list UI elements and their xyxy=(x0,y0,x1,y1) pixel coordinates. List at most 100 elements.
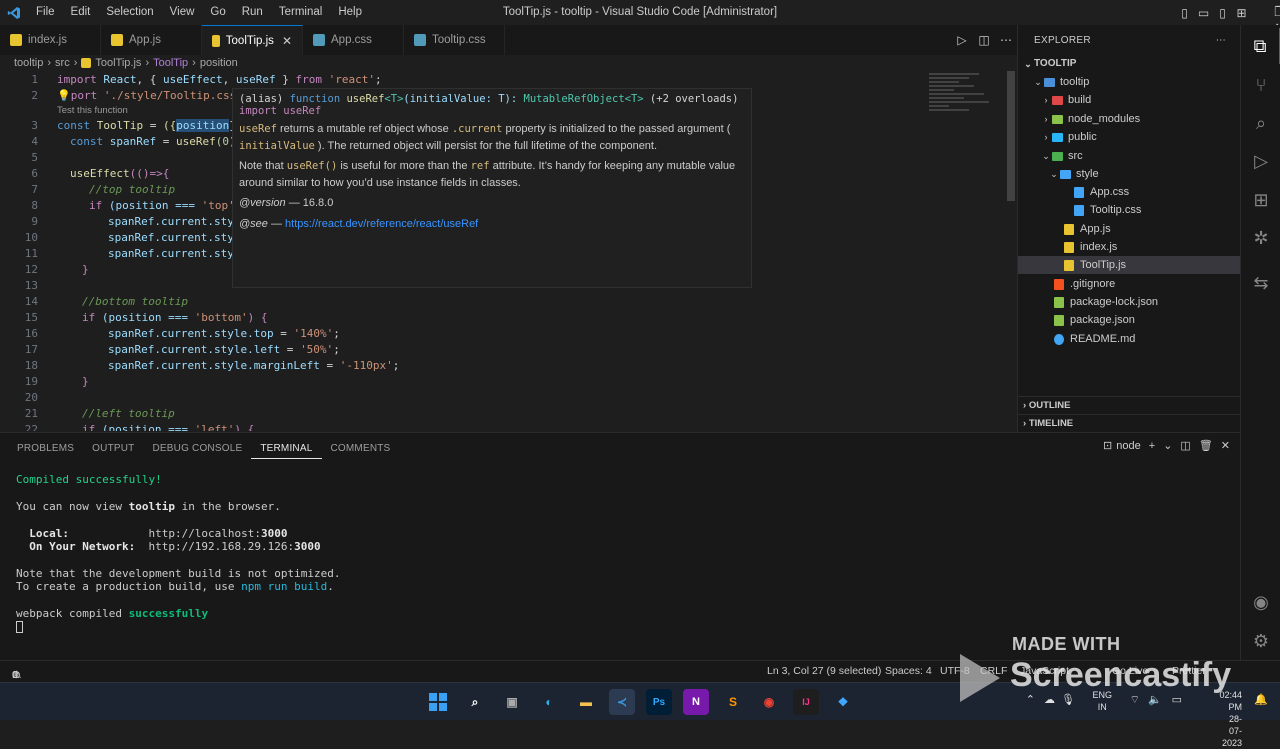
codelens[interactable]: Test this function xyxy=(57,105,128,116)
lightbulb-icon[interactable]: 💡 xyxy=(57,89,71,102)
menu-selection[interactable]: Selection xyxy=(98,0,161,25)
tree-item-tooltip[interactable]: ⌄ tooltip xyxy=(1018,73,1240,91)
timeline-section[interactable]: › TIMELINE xyxy=(1017,414,1240,432)
openai-icon[interactable]: ✲ xyxy=(1241,220,1280,256)
menu-file[interactable]: File xyxy=(28,0,63,25)
tab-app-css[interactable]: App.css xyxy=(303,25,404,55)
edge-browser-icon[interactable]: ◐ xyxy=(536,689,562,715)
extensions-icon[interactable]: ⊞ xyxy=(1241,182,1280,218)
tab-index-js[interactable]: index.js xyxy=(0,25,101,55)
explorer-root[interactable]: ⌄ TOOLTIP xyxy=(1018,55,1240,73)
photoshop-icon[interactable]: Ps xyxy=(646,689,672,715)
clock[interactable]: 02:44 PM 28-07-2023 xyxy=(1219,689,1242,749)
menu-go[interactable]: Go xyxy=(202,0,233,25)
close-tab-icon[interactable]: ✕ xyxy=(282,34,292,48)
chevron-up-icon[interactable]: ⌃ xyxy=(1026,693,1035,706)
tab-tooltip-css[interactable]: Tooltip.css xyxy=(404,25,505,55)
search-icon[interactable]: ⌕ xyxy=(462,689,488,715)
breadcrumb-item[interactable]: position xyxy=(200,57,238,69)
tab-app-js[interactable]: App.js xyxy=(101,25,202,55)
menu-run[interactable]: Run xyxy=(234,0,271,25)
cursor-position[interactable]: Ln 3, Col 27 (9 selected) xyxy=(767,665,881,677)
task-view-icon[interactable]: ▣ xyxy=(499,689,525,715)
toggle-panel-icon[interactable]: ▭ xyxy=(1194,6,1213,20)
toggle-primary-sidebar-icon[interactable]: ▯ xyxy=(1175,6,1194,20)
prettier-status[interactable]: Prettier xyxy=(1172,665,1206,677)
account-icon[interactable]: ◉ xyxy=(1241,584,1280,620)
vscode-taskbar-icon[interactable]: ≺ xyxy=(609,689,635,715)
tree-item-index-js[interactable]: index.js xyxy=(1018,238,1240,256)
indentation[interactable]: Spaces: 4 xyxy=(885,665,932,677)
breadcrumb-item[interactable]: ToolTip.js xyxy=(95,57,141,69)
breadcrumb-item[interactable]: src xyxy=(55,57,70,69)
maximize-button[interactable]: ❐ xyxy=(1261,4,1280,20)
terminal-output[interactable]: Compiled successfully! You can now view … xyxy=(16,473,341,634)
hover-docs-link[interactable]: https://react.dev/reference/react/useRef xyxy=(285,218,478,230)
file-explorer-icon[interactable]: ▬ xyxy=(573,689,599,715)
new-terminal-icon[interactable]: + xyxy=(1149,440,1155,452)
onenote-icon[interactable]: N xyxy=(683,689,709,715)
tree-item-style[interactable]: ⌄ style xyxy=(1018,165,1240,183)
breadcrumb-item[interactable]: ToolTip xyxy=(153,57,188,69)
scrollbar-thumb[interactable] xyxy=(1007,71,1015,201)
notification-icon[interactable]: 🔔 xyxy=(1254,693,1268,706)
encoding[interactable]: UTF-8 xyxy=(940,665,970,677)
tree-item-app-js[interactable]: App.js xyxy=(1018,220,1240,238)
app-icon[interactable]: ❖ xyxy=(830,689,856,715)
microphone-icon[interactable]: 🎙 xyxy=(1061,693,1075,706)
editor-scrollbar[interactable] xyxy=(1005,71,1017,431)
tab-problems[interactable]: PROBLEMS xyxy=(8,439,83,459)
menu-help[interactable]: Help xyxy=(330,0,370,25)
explorer-icon[interactable]: ⧉ xyxy=(1241,28,1280,64)
tree-item-public[interactable]: › public xyxy=(1018,128,1240,146)
language-mode[interactable]: JavaScript xyxy=(1020,665,1069,677)
windows-start-icon[interactable] xyxy=(425,689,451,715)
outline-section[interactable]: › OUTLINE xyxy=(1017,396,1240,414)
minimap[interactable] xyxy=(929,71,999,131)
more-actions-icon[interactable]: ⋯ xyxy=(1216,35,1226,46)
tree-item-tooltip-css[interactable]: Tooltip.css xyxy=(1018,201,1240,219)
tab-debug-console[interactable]: DEBUG CONSOLE xyxy=(143,439,251,459)
more-actions-icon[interactable]: ⋯ xyxy=(995,33,1017,47)
menu-terminal[interactable]: Terminal xyxy=(271,0,330,25)
term-link[interactable]: http://192.168.29.126: xyxy=(148,540,294,553)
trash-icon[interactable]: 🗑 xyxy=(1199,439,1213,452)
tab-tooltip-js[interactable]: ToolTip.js ✕ xyxy=(202,25,303,55)
language-indicator[interactable]: ENG IN xyxy=(1092,689,1112,713)
split-terminal-icon[interactable]: ◫ xyxy=(1180,439,1190,452)
wifi-icon[interactable]: ⌔ xyxy=(1130,693,1140,707)
tree-item-app-css[interactable]: App.css xyxy=(1018,183,1240,201)
split-editor-icon[interactable]: ◫ xyxy=(973,33,995,47)
tree-item-node-modules[interactable]: › node_modules xyxy=(1018,110,1240,128)
run-debug-icon[interactable]: ▷ xyxy=(1241,143,1280,179)
tree-item-gitignore[interactable]: .gitignore xyxy=(1018,275,1240,293)
chevron-down-icon[interactable]: ⌄ xyxy=(1163,439,1172,452)
line-ending[interactable]: CRLF xyxy=(980,665,1007,677)
menu-view[interactable]: View xyxy=(162,0,203,25)
breadcrumb-item[interactable]: tooltip xyxy=(14,57,43,69)
settings-gear-icon[interactable]: ⚙ xyxy=(1241,623,1280,659)
customize-layout-icon[interactable]: ⊞ xyxy=(1232,6,1251,20)
source-control-icon[interactable]: ⑂ xyxy=(1241,67,1280,103)
toggle-secondary-sidebar-icon[interactable]: ▯ xyxy=(1213,6,1232,20)
tree-item-src[interactable]: ⌄ src xyxy=(1018,147,1240,165)
run-icon[interactable]: ▷ xyxy=(951,33,973,47)
term-link[interactable]: http://localhost: xyxy=(148,527,261,540)
battery-icon[interactable]: ▭ xyxy=(1172,693,1182,706)
sublime-text-icon[interactable]: S xyxy=(720,689,746,715)
search-icon[interactable]: ⌕ xyxy=(1241,105,1280,141)
tab-comments[interactable]: COMMENTS xyxy=(322,439,400,459)
tree-item-package-lock[interactable]: package-lock.json xyxy=(1018,293,1240,311)
onedrive-icon[interactable]: ☁ xyxy=(1044,693,1055,706)
jetbrains-icon[interactable]: IJ xyxy=(793,689,819,715)
tab-output[interactable]: OUTPUT xyxy=(83,439,143,459)
terminal-shell-label[interactable]: node xyxy=(1116,440,1140,452)
close-panel-icon[interactable]: ✕ xyxy=(1221,439,1230,452)
tree-item-tooltip-js[interactable]: ToolTip.js xyxy=(1018,256,1240,274)
go-live-button[interactable]: Go Live xyxy=(1112,665,1148,677)
menu-edit[interactable]: Edit xyxy=(63,0,99,25)
volume-icon[interactable]: 🔈 xyxy=(1148,693,1162,706)
tree-item-readme[interactable]: README.md xyxy=(1018,330,1240,348)
tree-item-package-json[interactable]: package.json xyxy=(1018,311,1240,329)
live-share-icon[interactable]: ⇆ xyxy=(1241,265,1280,301)
